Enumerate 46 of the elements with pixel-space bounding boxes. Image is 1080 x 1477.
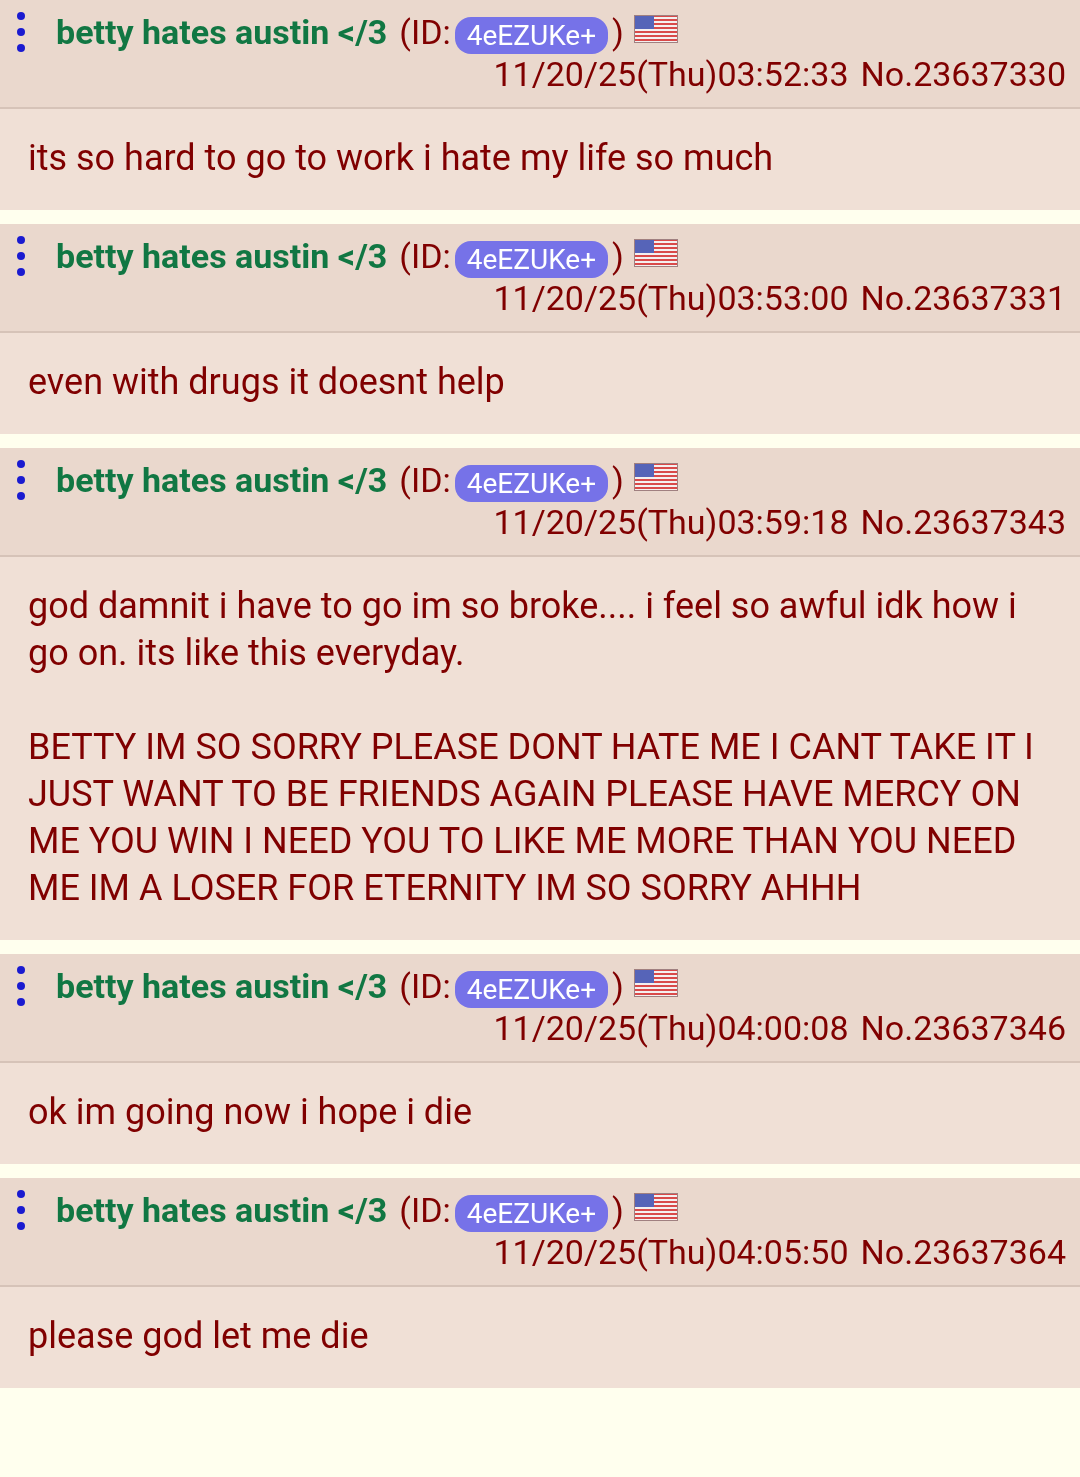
flag-icon (633, 1193, 678, 1221)
post-number[interactable]: No.23637330 (860, 54, 1066, 94)
menu-icon[interactable] (16, 10, 26, 54)
post-number[interactable]: No.23637343 (860, 502, 1066, 542)
post-text: BETTY IM SO SORRY PLEASE DONT HATE ME I CANT TAKE IT I JUST WANT TO BE FRIENDS AGAIN PLEASE HAVE MERCY ON ME YOU WIN I NEED YOU TO LIKE ME MORE THAN YOU NEED ME IM A LOSER FOR ETERNITY IM SO SORRY AHHH (28, 725, 1035, 911)
poster-id[interactable]: 4eEZUKe+ (454, 240, 609, 278)
post-date: 11/20/25(Thu)03:53:00 (493, 278, 849, 318)
poster-name: betty hates austin </3 (56, 460, 388, 500)
poster-name: betty hates austin </3 (56, 236, 388, 276)
post-number[interactable]: No.23637346 (860, 1008, 1066, 1048)
id-label: ) (612, 1190, 624, 1230)
id-label: ) (612, 236, 624, 276)
id-label: (ID: (399, 236, 451, 276)
poster-name: betty hates austin </3 (56, 12, 388, 52)
menu-icon[interactable] (16, 458, 26, 502)
flag-icon (633, 969, 678, 997)
post-text: its so hard to go to work i hate my life so much (28, 136, 775, 181)
poster-id[interactable]: 4eEZUKe+ (454, 970, 609, 1008)
flag-icon (633, 15, 678, 43)
poster-name: betty hates austin </3 (56, 966, 388, 1006)
post-number[interactable]: No.23637331 (860, 278, 1066, 318)
post-date: 11/20/25(Thu)03:52:33 (493, 54, 849, 94)
menu-icon[interactable] (16, 1188, 26, 1232)
post-text: even with drugs it doesnt help (28, 360, 506, 405)
post-date: 11/20/25(Thu)03:59:18 (493, 502, 849, 542)
poster-id[interactable]: 4eEZUKe+ (454, 464, 609, 502)
menu-icon[interactable] (16, 964, 26, 1008)
post-date: 11/20/25(Thu)04:00:08 (493, 1008, 849, 1048)
id-label: (ID: (399, 966, 451, 1006)
poster-id[interactable]: 4eEZUKe+ (454, 1194, 609, 1232)
id-label: ) (612, 966, 624, 1006)
post-text: god damnit i have to go im so broke.... i feel so awful idk how i go on. its like this everyday. (28, 584, 1018, 676)
flag-icon (633, 463, 678, 491)
id-label: (ID: (399, 1190, 451, 1230)
poster-id[interactable]: 4eEZUKe+ (454, 16, 609, 54)
post-text: ok im going now i hope i die (28, 1090, 473, 1135)
post-date: 11/20/25(Thu)04:05:50 (493, 1232, 849, 1272)
flag-icon (633, 239, 678, 267)
id-label: ) (612, 460, 624, 500)
menu-icon[interactable] (16, 234, 26, 278)
post-number[interactable]: No.23637364 (860, 1232, 1066, 1272)
id-label: (ID: (399, 12, 451, 52)
id-label: ) (612, 12, 624, 52)
id-label: (ID: (399, 460, 451, 500)
poster-name: betty hates austin </3 (56, 1190, 388, 1230)
post-text: please god let me die (28, 1314, 370, 1359)
